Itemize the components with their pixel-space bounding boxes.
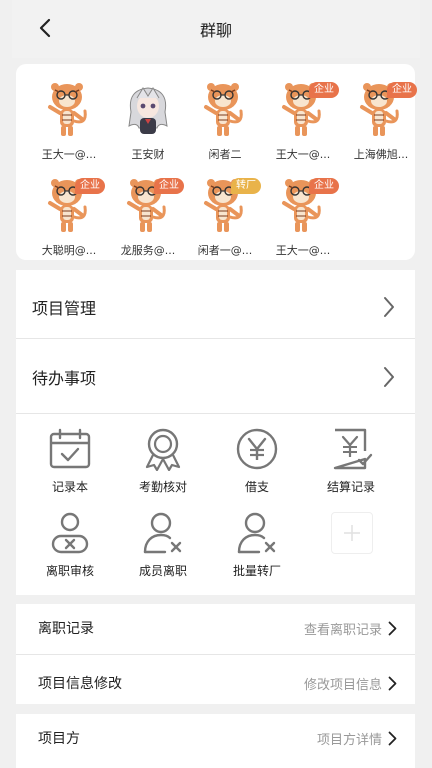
yen-circle-icon [234, 426, 280, 472]
project-info-edit-row[interactable]: 项目信息修改 修改项目信息 [16, 659, 415, 707]
member-name: 王大一@... [275, 148, 331, 161]
user-remove-icon [140, 510, 186, 556]
chevron-right-icon [388, 676, 397, 690]
top-bar: 群聊 [12, 0, 420, 58]
avatar [39, 80, 99, 140]
avatar: 企业 [273, 176, 339, 236]
member-item[interactable]: 闲者二 [186, 76, 264, 162]
member-name: 王大一@... [41, 148, 97, 161]
calendar-check-icon [47, 426, 93, 472]
chevron-right-icon [388, 731, 397, 745]
tool-label: 结算记录 [326, 480, 375, 494]
todo-row[interactable]: 待办事项 [16, 340, 415, 414]
member-name: 上海佛旭... [353, 148, 409, 161]
row-label: 项目信息修改 [38, 676, 122, 692]
chevron-right-icon [384, 367, 394, 387]
divider [16, 413, 415, 414]
tool-label: 成员离职 [138, 564, 187, 578]
project-party-row[interactable]: 项目方 项目方详情 [16, 714, 415, 762]
tool-attendance-check[interactable]: 考勤核对 [123, 426, 203, 506]
member-name: 闲者二 [208, 148, 242, 161]
member-item[interactable]: 企业王大一@... [264, 172, 342, 258]
member-item[interactable]: 企业王大一@... [264, 76, 342, 162]
award-medal-icon [140, 426, 186, 472]
user-transfer-icon [234, 510, 280, 556]
member-name: 大聪明@... [41, 244, 97, 257]
todo-label: 待办事项 [32, 369, 97, 388]
member-name: 王大一@... [275, 244, 331, 257]
avatar: 转厂 [195, 176, 261, 236]
avatar [118, 80, 178, 140]
tool-member-leave[interactable]: 成员离职 [123, 510, 203, 590]
project-management-row[interactable]: 项目管理 [16, 270, 415, 344]
role-badge: 企业 [154, 178, 184, 194]
row-action: 修改项目信息 [303, 677, 382, 693]
tool-advance[interactable]: 借支 [217, 426, 297, 506]
member-item[interactable]: 企业龙服务@... [109, 172, 187, 258]
tool-label: 考勤核对 [138, 480, 187, 494]
tool-label: 记录本 [51, 480, 88, 494]
row-action: 查看离职记录 [303, 622, 382, 638]
tool-batch-transfer[interactable]: 批量转厂 [217, 510, 297, 590]
member-name: 王安财 [131, 148, 165, 161]
yen-document-icon [328, 426, 374, 472]
project-management-label: 项目管理 [32, 299, 97, 318]
role-badge: 企业 [75, 178, 105, 194]
page-title: 群聊 [199, 21, 232, 40]
role-badge: 企业 [309, 82, 339, 98]
role-badge: 企业 [387, 82, 417, 98]
back-button[interactable] [30, 13, 60, 43]
resignation-records-row[interactable]: 离职记录 查看离职记录 [16, 604, 415, 652]
info-panel: 离职记录 查看离职记录 项目信息修改 修改项目信息 [16, 604, 415, 704]
role-badge: 转厂 [231, 178, 261, 194]
member-name: 闲者一@... [197, 244, 253, 257]
tool-settlement-record[interactable]: 结算记录 [311, 426, 391, 506]
row-action: 项目方详情 [316, 732, 382, 748]
add-tool-button[interactable] [331, 512, 373, 554]
tool-label: 批量转厂 [232, 564, 281, 578]
avatar [195, 80, 255, 140]
feature-panel: 项目管理 待办事项 记录本 考勤核对 借支 结算记录 离职审核 成员离职 批量转… [16, 270, 415, 595]
member-item[interactable]: 王安财 [109, 76, 187, 162]
tool-record-book[interactable]: 记录本 [30, 426, 110, 506]
chevron-right-icon [384, 297, 394, 317]
row-label: 离职记录 [38, 621, 94, 637]
plus-icon [344, 525, 360, 541]
avatar: 企业 [273, 80, 339, 140]
tool-resignation-review[interactable]: 离职审核 [30, 510, 110, 590]
row-label: 项目方 [38, 731, 80, 747]
tool-label: 借支 [244, 480, 269, 494]
chevron-left-icon [39, 18, 51, 38]
project-party-panel: 项目方 项目方详情 [16, 714, 415, 768]
avatar: 企业 [39, 176, 105, 236]
avatar: 企业 [351, 80, 417, 140]
member-item[interactable]: 企业上海佛旭... [342, 76, 420, 162]
user-reject-icon [47, 510, 93, 556]
member-item[interactable]: 转厂闲者一@... [186, 172, 264, 258]
member-item[interactable]: 企业大聪明@... [30, 172, 108, 258]
member-item[interactable]: 王大一@... [30, 76, 108, 162]
avatar: 企业 [118, 176, 184, 236]
chevron-right-icon [388, 621, 397, 635]
tool-label: 离职审核 [45, 564, 94, 578]
divider [16, 654, 415, 655]
member-name: 龙服务@... [120, 244, 176, 257]
members-grid: 王大一@... 王安财 闲者二 企业 王大一@... 企业 上海佛旭... 企业 大聪明@...… [16, 64, 417, 260]
role-badge: 企业 [309, 178, 339, 194]
divider [16, 338, 415, 339]
